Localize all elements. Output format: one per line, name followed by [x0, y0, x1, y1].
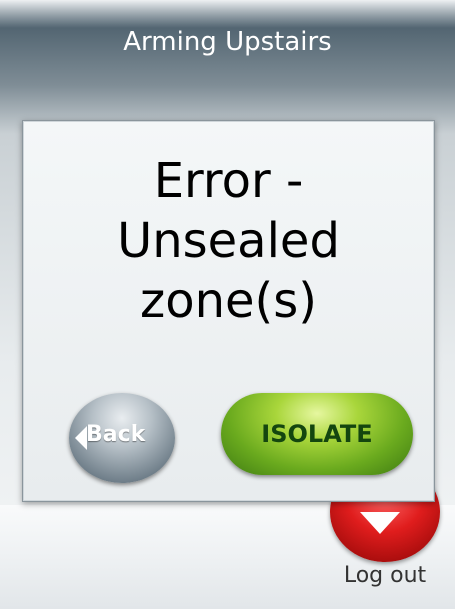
error-message: Error - Unsealed zone(s)	[117, 153, 340, 329]
error-dialog: Error - Unsealed zone(s) Back ISOLATE	[22, 120, 435, 502]
isolate-button-label[interactable]: ISOLATE	[221, 393, 413, 475]
down-arrow-icon	[360, 512, 400, 534]
logout-label[interactable]: Log out	[320, 563, 450, 588]
device-screen: Arming Upstairs Log out Error - Unsealed…	[0, 0, 455, 609]
back-button-label[interactable]: Back	[86, 422, 145, 447]
page-title: Arming Upstairs	[123, 27, 332, 57]
